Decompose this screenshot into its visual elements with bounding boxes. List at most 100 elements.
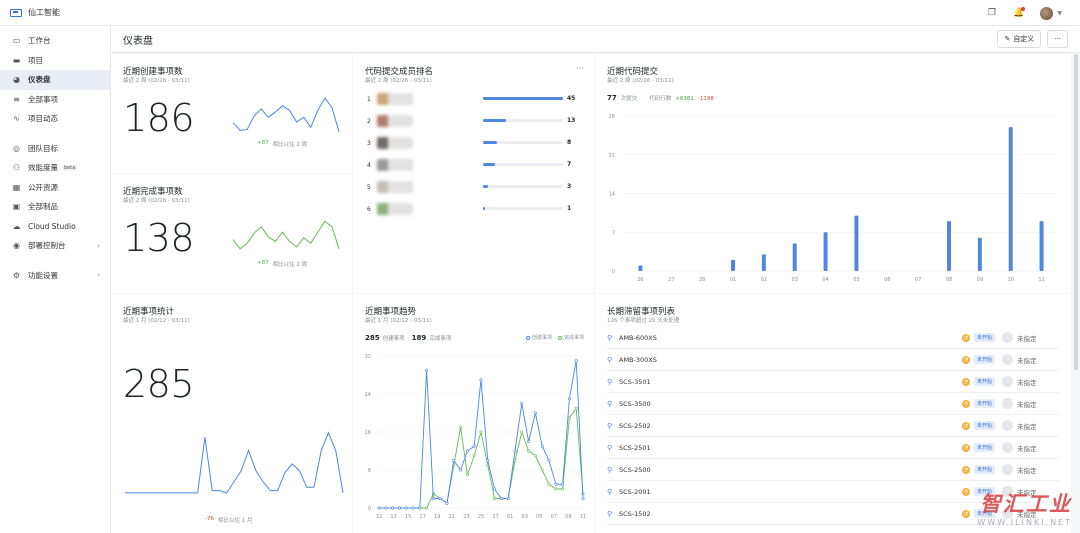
trend-series-line [379, 360, 584, 509]
stale-issue-row[interactable]: ⚲ SCS-3500 ◔ 未开始 未指定 [607, 393, 1059, 415]
x-tick-label: 23 [463, 514, 469, 520]
sidebar-item-settings[interactable]: ⚙ 功能设置 › [0, 266, 110, 286]
legend-created[interactable]: 创建事项 [525, 334, 552, 341]
trend-point [411, 506, 415, 510]
status-badge[interactable]: 未开始 [974, 333, 996, 342]
sidebar-item-workbench[interactable]: ▭ 工作台 [0, 31, 110, 51]
location-pin-icon: ⚲ [607, 487, 613, 496]
legend-done[interactable]: 完成事项 [557, 334, 584, 341]
status-badge[interactable]: 未开始 [974, 443, 996, 452]
status-badge[interactable]: 未开始 [974, 399, 996, 408]
ranking-row[interactable]: 38 [367, 136, 589, 150]
trend-point [425, 368, 429, 372]
sidebar-item-artifacts[interactable]: ▣ 全部制品 [0, 197, 110, 217]
card-completed-issues: 近期完成事项数 最近 2 周 (02/26 - 03/11) 138 +87 相比… [111, 174, 352, 293]
sidebar-item-deploy[interactable]: ◉ 部署控制台 › [0, 236, 110, 256]
brand[interactable]: 仙工智能 [0, 7, 60, 18]
assignee-avatar[interactable] [1002, 464, 1014, 475]
trend-point [452, 459, 456, 463]
trend-point [540, 468, 544, 472]
status-icon: ◔ [962, 465, 970, 474]
sidebar-item-projects[interactable]: ▬ 项目 [0, 51, 110, 71]
assignee-avatar[interactable] [1002, 376, 1014, 387]
sidebar-item-activity[interactable]: ∿ 项目动态 [0, 109, 110, 129]
x-tick-label: 01 [507, 514, 513, 520]
sidebar-item-metrics[interactable]: ⚇ 效能度量 beta [0, 158, 110, 178]
scrollbar[interactable] [1074, 54, 1078, 370]
trend-summary: 285 创建事项 189 完成事项 [365, 334, 452, 342]
x-tick-label: 19 [434, 514, 440, 520]
trend-point [520, 430, 524, 434]
status-badge[interactable]: 未开始 [974, 355, 996, 364]
status-badge[interactable]: 未开始 [974, 465, 996, 474]
stale-issue-row[interactable]: ⚲ SCS-3501 ◔ 未开始 未指定 [607, 371, 1059, 393]
edit-icon: ✎ [1004, 35, 1011, 43]
sidebar-item-cloud-studio[interactable]: ☁ Cloud Studio [0, 217, 110, 237]
trend-point [547, 459, 551, 463]
issue-name: SCS-2502 [619, 421, 651, 430]
more-button[interactable]: ··· [1047, 30, 1068, 48]
sidebar-item-all-issues[interactable]: ≡ 全部事项 [0, 90, 110, 110]
stale-issue-row[interactable]: ⚲ SCS-2502 ◔ 未开始 未指定 [607, 415, 1059, 437]
status-icon: ◔ [962, 333, 970, 342]
y-tick-label: 0 [612, 269, 615, 275]
y-tick-label: 8 [368, 468, 371, 474]
trend-point [533, 411, 537, 415]
stale-issue-row[interactable]: ⚲ AMB-600XS ◔ 未开始 未指定 [607, 327, 1059, 349]
assignee-avatar[interactable] [1002, 398, 1014, 409]
sidebar-item-team-goals[interactable]: ◎ 团队目标 [0, 139, 110, 159]
sparkline-series [125, 431, 344, 494]
rank-bar [483, 207, 563, 210]
ranking-row[interactable]: 61 [367, 202, 589, 216]
commit-count: 3 [567, 183, 572, 190]
rank-bar-fill [483, 119, 507, 122]
card-subtitle: 最近 2 周 (02/26 - 03/11) [365, 78, 432, 84]
beta-badge: beta [62, 164, 78, 171]
commit-bar [947, 221, 951, 271]
customize-button[interactable]: ✎ 自定义 [997, 30, 1042, 48]
box-icon: ▣ [12, 202, 21, 212]
x-tick-label: 07 [551, 514, 557, 520]
x-tick-label: 02 [761, 277, 767, 283]
sidebar-item-dashboard[interactable]: ◕ 仪表盘 [0, 70, 110, 90]
stale-issue-row[interactable]: ⚲ SCS-2501 ◔ 未开始 未指定 [607, 437, 1059, 459]
bell-icon[interactable]: 🔔 [1013, 6, 1026, 19]
sidebar-item-public-resources[interactable]: ▦ 公开资源 [0, 178, 110, 198]
rank-number: 2 [367, 117, 371, 125]
location-pin-icon: ⚲ [607, 399, 613, 408]
status-badge[interactable]: 未开始 [974, 421, 996, 430]
trend-point [486, 459, 490, 463]
trend-point [472, 444, 476, 448]
activity-icon: ∿ [13, 114, 20, 124]
trend-point [479, 430, 483, 434]
filter-icon: ≡ [13, 94, 20, 104]
window-icon[interactable]: ❐ [986, 8, 997, 19]
assignee-avatar[interactable] [1002, 420, 1014, 431]
location-pin-icon: ⚲ [607, 465, 613, 474]
app-logo-icon [10, 8, 22, 17]
assignee-avatar[interactable] [1002, 442, 1014, 453]
card-more-button[interactable]: ··· [576, 64, 584, 73]
assignee-avatar[interactable] [1002, 354, 1014, 365]
x-tick-label: 11 [580, 514, 586, 520]
chevron-down-icon[interactable]: ▼ [1057, 10, 1062, 17]
trend-point [506, 497, 510, 501]
created-sparkline [232, 97, 340, 133]
stale-issue-row[interactable]: ⚲ SCS-2500 ◔ 未开始 未指定 [607, 459, 1059, 481]
assignee-name: 未指定 [1017, 422, 1037, 431]
status-badge[interactable]: 未开始 [974, 377, 996, 386]
trend-point [527, 440, 531, 444]
card-issue-trend: 近期事项趋势 最近 1 月 (02/12 - 03/11) 285 创建事项 1… [353, 294, 594, 533]
ranking-row[interactable]: 2 13 [367, 114, 589, 128]
card-subtitle: 最近 1 月 (02/12 - 03/11) [365, 318, 432, 324]
assignee-avatar[interactable] [1002, 332, 1014, 343]
stale-issue-row[interactable]: ⚲ AMB-300XS ◔ 未开始 未指定 [607, 349, 1059, 371]
rank-bar-fill [483, 163, 496, 166]
trend-point [438, 497, 442, 501]
ranking-row[interactable]: 47 [367, 158, 589, 172]
trend-point [459, 468, 463, 472]
user-avatar[interactable] [1040, 6, 1054, 20]
ranking-row[interactable]: 53 [367, 180, 589, 194]
ranking-row[interactable]: 1 45 [367, 92, 589, 106]
trend-point [431, 497, 435, 501]
